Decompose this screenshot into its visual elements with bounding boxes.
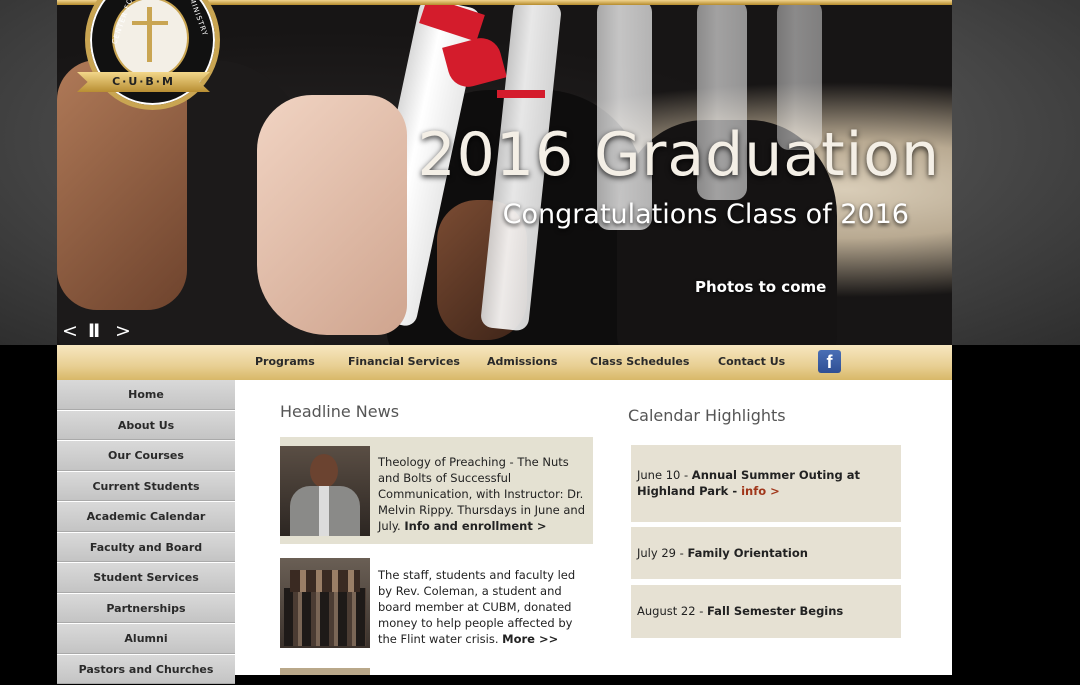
diploma-scroll	[597, 0, 652, 230]
slideshow-next-button[interactable]: >	[115, 320, 131, 342]
news-photo-partial	[280, 668, 370, 675]
calendar-date: July 29 -	[637, 546, 688, 560]
cross-icon-bar	[132, 21, 168, 25]
hero-title: 2016 Graduation	[417, 120, 940, 190]
sidebar-item-alumni[interactable]: Alumni	[57, 624, 235, 654]
calendar-event: Fall Semester Begins	[707, 604, 844, 618]
calendar-item-text: July 29 - Family Orientation	[637, 545, 808, 561]
photo-shirt	[319, 486, 329, 536]
hero-hand-right	[257, 95, 407, 335]
sidebar-item-student-services[interactable]: Student Services	[57, 563, 235, 593]
more-link[interactable]: More >>	[502, 632, 558, 646]
calendar-item: August 22 - Fall Semester Begins	[631, 585, 901, 638]
news-item: The staff, students and faculty led by R…	[280, 549, 593, 657]
slideshow-pause-button[interactable]: II	[88, 320, 100, 342]
calendar-event: Family Orientation	[687, 546, 808, 560]
calendar-item-text: August 22 - Fall Semester Begins	[637, 603, 843, 619]
sidebar-item-about-us[interactable]: About Us	[57, 410, 235, 440]
page-container: CENTER FO MINISTRY C·U·B·M 2016 Graduati…	[57, 0, 952, 684]
calendar-info-link[interactable]: info >	[741, 484, 780, 498]
sidebar-item-faculty-and-board[interactable]: Faculty and Board	[57, 532, 235, 562]
diploma-ribbon	[497, 90, 545, 98]
facebook-icon[interactable]: f	[818, 350, 841, 373]
calendar-item: June 10 - Annual Summer Outing at Highla…	[631, 445, 901, 522]
photo-head	[310, 454, 338, 488]
nav-class-schedules[interactable]: Class Schedules	[590, 355, 689, 368]
calendar-date: June 10 -	[637, 468, 692, 482]
news-text: Theology of Preaching - The Nuts and Bol…	[378, 454, 586, 534]
photo-crowd-back	[290, 570, 360, 592]
logo-banner: C·U·B·M	[77, 72, 210, 92]
cross-icon	[147, 7, 152, 62]
calendar-date: August 22 -	[637, 604, 707, 618]
nav-financial-services[interactable]: Financial Services	[348, 355, 460, 368]
photo-crowd	[284, 588, 366, 646]
sidebar-item-academic-calendar[interactable]: Academic Calendar	[57, 502, 235, 532]
logo-ring-text-right: MINISTRY	[187, 0, 210, 38]
nav-admissions[interactable]: Admissions	[487, 355, 557, 368]
headline-news-title: Headline News	[280, 402, 400, 421]
news-photo-instructor	[280, 446, 370, 536]
hero-slideshow[interactable]: CENTER FO MINISTRY C·U·B·M 2016 Graduati…	[57, 0, 952, 345]
sidebar-item-partnerships[interactable]: Partnerships	[57, 593, 235, 623]
sidebar-item-our-courses[interactable]: Our Courses	[57, 441, 235, 471]
slideshow-prev-button[interactable]: <	[62, 320, 78, 342]
calendar-item-text: June 10 - Annual Summer Outing at Highla…	[637, 467, 892, 499]
info-enrollment-link[interactable]: Info and enrollment >	[404, 519, 546, 533]
sidebar-item-pastors-and-churches[interactable]: Pastors and Churches	[57, 654, 235, 684]
news-text: The staff, students and faculty led by R…	[378, 567, 586, 647]
hero-note: Photos to come	[695, 278, 827, 296]
sidebar-item-home[interactable]: Home	[57, 380, 235, 410]
sidebar-item-current-students[interactable]: Current Students	[57, 471, 235, 501]
nav-programs[interactable]: Programs	[255, 355, 315, 368]
calendar-highlights-title: Calendar Highlights	[628, 406, 786, 425]
hero-subtitle: Congratulations Class of 2016	[502, 199, 909, 230]
news-photo-group	[280, 558, 370, 648]
news-item: Theology of Preaching - The Nuts and Bol…	[280, 437, 593, 544]
sidebar-menu: Home About Us Our Courses Current Studen…	[57, 380, 235, 685]
nav-contact-us[interactable]: Contact Us	[718, 355, 785, 368]
top-navigation: Programs Financial Services Admissions C…	[57, 345, 952, 380]
calendar-item: July 29 - Family Orientation	[631, 527, 901, 579]
